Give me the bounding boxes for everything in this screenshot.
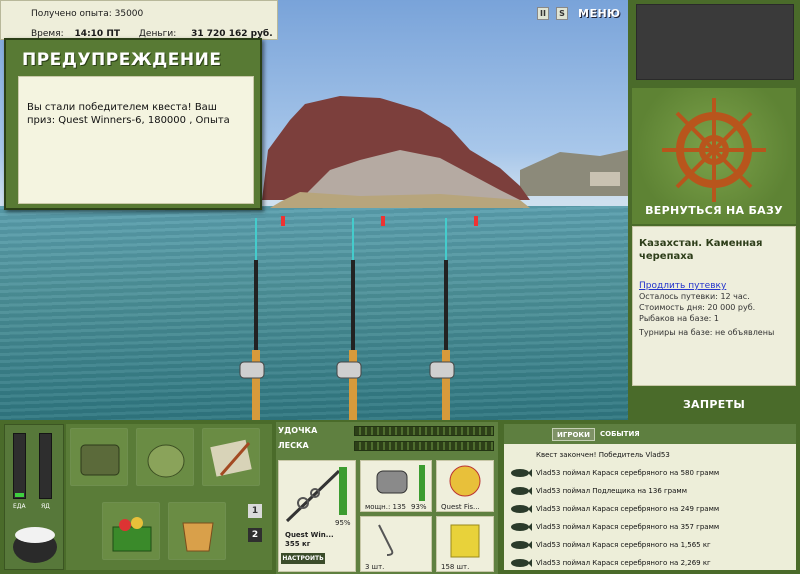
extend-permit-link[interactable]: Продлить путевку: [639, 281, 789, 291]
rod-gauge-label: УДОЧКА: [278, 426, 318, 435]
bucket-slot[interactable]: [168, 502, 226, 560]
bait-bag-slot[interactable]: [136, 428, 194, 486]
fishing-rod-3: [429, 218, 455, 420]
fishing-rod-1: [239, 218, 265, 420]
reel-power: мощн.: 135: [365, 503, 406, 511]
food-basket-slot[interactable]: [102, 502, 160, 560]
permit-remaining: Осталось путевки: 12 час.: [639, 292, 750, 301]
food-meter-fill: [15, 493, 24, 497]
hook-slot[interactable]: 3 шт.: [360, 516, 432, 572]
inventory-page-1[interactable]: 1: [248, 504, 262, 518]
log-line: Vlad53 поймал Карася серебряного на 1,56…: [536, 541, 711, 549]
xp-value: 35000: [114, 9, 144, 19]
warning-message: Вы стали победителем квеста! Ваш приз: Q…: [18, 76, 254, 204]
log-line: Vlad53 поймал Подлещика на 136 грамм: [536, 487, 687, 495]
preview-screen: [636, 4, 794, 80]
rod-condition-bar: [339, 467, 347, 515]
xp-row: Получено опыта: 35000: [31, 9, 143, 19]
player-info-panel: Получено опыта: 35000 Время: 14:10 ПТ Де…: [0, 0, 278, 40]
warning-title: ПРЕДУПРЕЖДЕНИЕ: [22, 50, 222, 70]
rod-icon: [285, 469, 341, 523]
bait-icon: [450, 524, 480, 558]
rod-gauge: [354, 426, 494, 436]
sound-button[interactable]: S: [556, 7, 568, 20]
tournaments-status: Турниры на базе: не объявлены: [639, 328, 775, 337]
float-3: [474, 216, 478, 226]
menu-button[interactable]: МЕНЮ: [578, 7, 622, 20]
reel-condition: 93%: [411, 503, 427, 511]
rod-name: Quest Win...: [285, 531, 334, 539]
map-slot[interactable]: [202, 428, 260, 486]
cauldron-icon[interactable]: [9, 515, 61, 569]
distant-building: [590, 172, 620, 186]
fish-icon: [510, 504, 532, 514]
day-cost: Стоимость дня: 20 000 руб.: [639, 303, 756, 312]
bait-bag-icon: [147, 444, 185, 478]
line-spool-icon: [449, 465, 481, 497]
bucket-icon: [182, 522, 214, 552]
food-basket-icon: [112, 517, 152, 552]
base-name: Казахстан. Каменная черепаха: [639, 238, 763, 262]
line-gauge-label: ЛЕСКА: [278, 441, 309, 450]
rod-panel: УДОЧКА ЛЕСКА 95% Quest Win... 355 кг НАС…: [276, 422, 498, 574]
base-info-panel: Казахстан. Каменная черепаха Продлить пу…: [632, 226, 796, 386]
fish-icon: [510, 486, 532, 496]
poison-meter: [39, 433, 52, 499]
inventory-panel: 1 2: [66, 424, 272, 570]
xp-label: Получено опыта:: [31, 9, 112, 19]
log-line: Квест закончен! Победитель Vlad53: [536, 451, 670, 459]
reel-icon: [376, 470, 408, 494]
line-gauge: [354, 441, 494, 451]
tab-players[interactable]: ИГРОКИ: [552, 428, 595, 441]
reel-slot[interactable]: мощн.: 135 93%: [360, 460, 432, 512]
status-meters: ЕДА ЯД: [4, 424, 64, 570]
log-line: Vlad53 поймал Карася серебряного на 357 …: [536, 523, 720, 531]
log-list: Квест закончен! Победитель Vlad53 Vlad53…: [504, 444, 796, 570]
fish-icon: [510, 540, 532, 550]
anglers-count: Рыбаков на базе: 1: [639, 314, 719, 323]
log-line: Vlad53 поймал Карася серебряного на 2,26…: [536, 559, 711, 567]
fish-icon: [510, 468, 532, 478]
tackle-box-icon: [80, 444, 120, 476]
tackle-box-slot[interactable]: [70, 428, 128, 486]
bait-count: 158 шт.: [441, 563, 470, 571]
right-panel: ВЕРНУТЬСЯ НА БАЗУ Казахстан. Каменная че…: [628, 0, 800, 420]
return-to-base-button[interactable]: ВЕРНУТЬСЯ НА БАЗУ: [628, 204, 800, 217]
food-meter: [13, 433, 26, 499]
bait-slot[interactable]: 158 шт.: [436, 516, 494, 572]
log-line: Vlad53 поймал Карася серебряного на 249 …: [536, 505, 720, 513]
inventory-page-2[interactable]: 2: [248, 528, 262, 542]
bottom-bar: ЕДА ЯД 1 2 УДОЧКА ЛЕСКА 95% Quest Win...…: [0, 420, 800, 574]
setup-button[interactable]: НАСТРОИТЬ: [281, 553, 325, 564]
bans-button[interactable]: ЗАПРЕТЫ: [628, 398, 800, 411]
fishing-rod-2: [336, 218, 362, 420]
map-icon: [210, 439, 252, 477]
reel-condition-bar: [419, 465, 425, 501]
float-2: [381, 216, 385, 226]
event-log-panel: ИГРОКИ СОБЫТИЯ Квест закончен! Победител…: [504, 424, 796, 570]
tab-events[interactable]: СОБЫТИЯ: [596, 428, 644, 441]
rod-slot[interactable]: 95% Quest Win... 355 кг НАСТРОИТЬ: [278, 460, 356, 572]
fish-icon: [510, 522, 532, 532]
pause-button[interactable]: II: [537, 7, 549, 20]
warning-dialog[interactable]: ПРЕДУПРЕЖДЕНИЕ Вы стали победителем квес…: [4, 38, 262, 210]
line-slot[interactable]: Quest Fis...: [436, 460, 494, 512]
rod-condition: 95%: [335, 519, 351, 527]
fish-icon: [510, 558, 532, 568]
float-1: [281, 216, 285, 226]
hooks-count: 3 шт.: [365, 563, 385, 571]
rod-weight: 355 кг: [285, 540, 311, 548]
food-label: ЕДА: [13, 503, 26, 510]
poison-label: ЯД: [41, 503, 50, 510]
log-line: Vlad53 поймал Карася серебряного на 580 …: [536, 469, 720, 477]
hook-icon: [378, 524, 394, 556]
line-name: Quest Fis...: [441, 503, 480, 511]
